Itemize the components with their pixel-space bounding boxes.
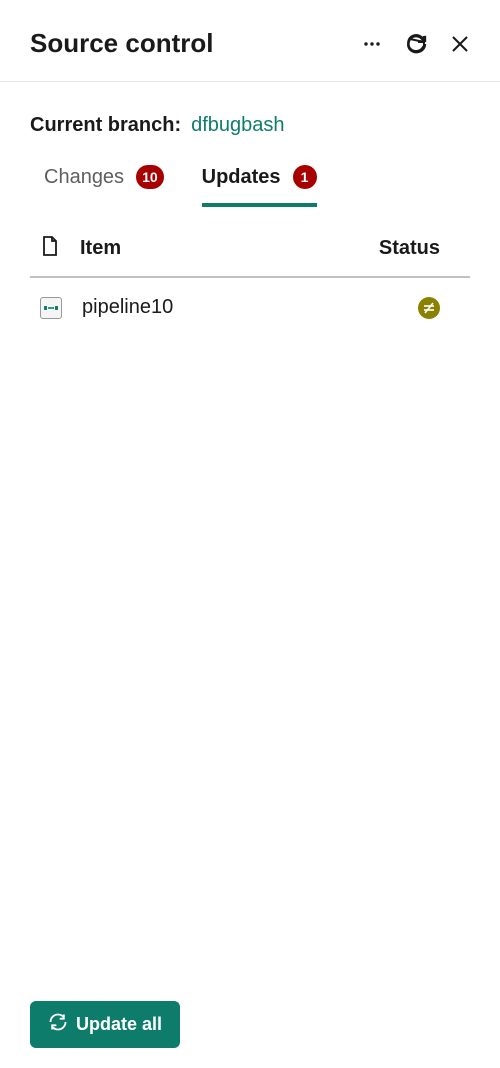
refresh-icon[interactable] xyxy=(404,32,428,56)
changes-count-badge: 10 xyxy=(136,165,164,189)
branch-info: Current branch: dfbugbash xyxy=(0,82,500,155)
tabs: Changes 10 Updates 1 xyxy=(0,155,500,207)
status-conflict-icon xyxy=(418,297,440,319)
tab-updates-label: Updates xyxy=(202,166,281,189)
table-row[interactable]: pipeline10 xyxy=(30,278,470,337)
file-icon xyxy=(40,235,60,262)
more-options-icon[interactable] xyxy=(362,34,382,54)
tab-changes-label: Changes xyxy=(44,166,124,189)
item-header-label: Item xyxy=(80,237,121,260)
item-name: pipeline10 xyxy=(82,296,173,319)
header-actions xyxy=(362,32,470,56)
tab-changes[interactable]: Changes 10 xyxy=(44,165,164,207)
panel-title: Source control xyxy=(30,28,213,59)
pipeline-icon xyxy=(40,297,62,319)
panel-header: Source control xyxy=(0,0,500,82)
update-all-button[interactable]: Update all xyxy=(30,1001,180,1048)
branch-label: Current branch: xyxy=(30,114,181,137)
branch-name[interactable]: dfbugbash xyxy=(191,114,284,137)
close-icon[interactable] xyxy=(450,34,470,54)
footer: Update all xyxy=(30,1001,180,1048)
row-item: pipeline10 xyxy=(40,296,418,319)
updates-count-badge: 1 xyxy=(293,165,317,189)
status-header-label: Status xyxy=(379,237,440,260)
tab-updates[interactable]: Updates 1 xyxy=(202,165,317,207)
sync-icon xyxy=(48,1012,68,1037)
table-header: Item Status xyxy=(30,207,470,278)
table-body: pipeline10 xyxy=(0,278,500,337)
column-item: Item xyxy=(40,235,379,262)
update-all-label: Update all xyxy=(76,1014,162,1035)
